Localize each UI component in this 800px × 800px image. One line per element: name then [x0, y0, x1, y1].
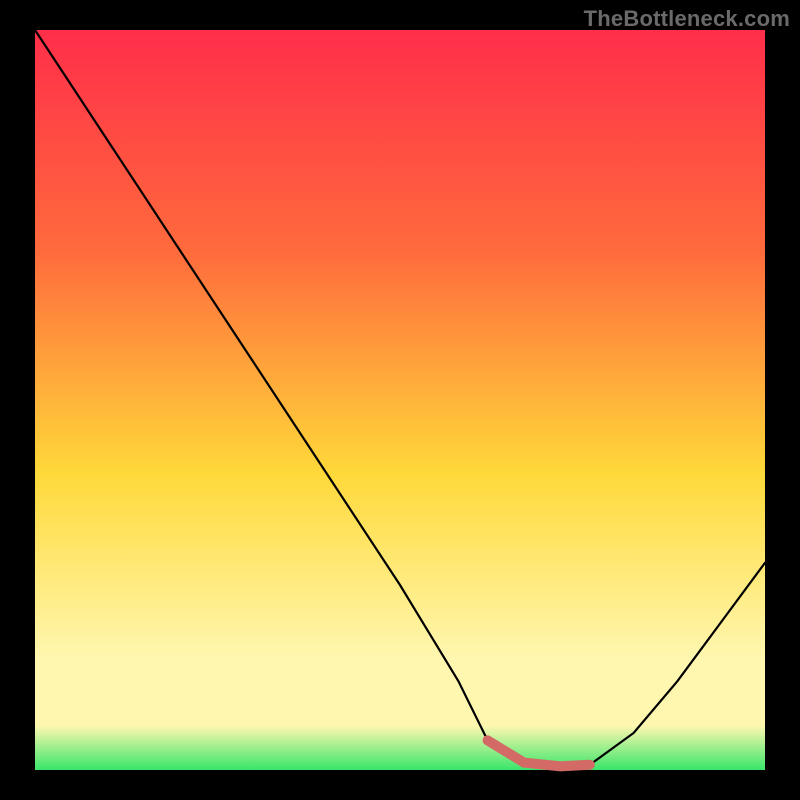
watermark-text: TheBottleneck.com	[584, 6, 790, 32]
plot-background	[35, 30, 765, 770]
chart-frame: { "watermark": "TheBottleneck.com", "col…	[0, 0, 800, 800]
bottleneck-chart	[0, 0, 800, 800]
